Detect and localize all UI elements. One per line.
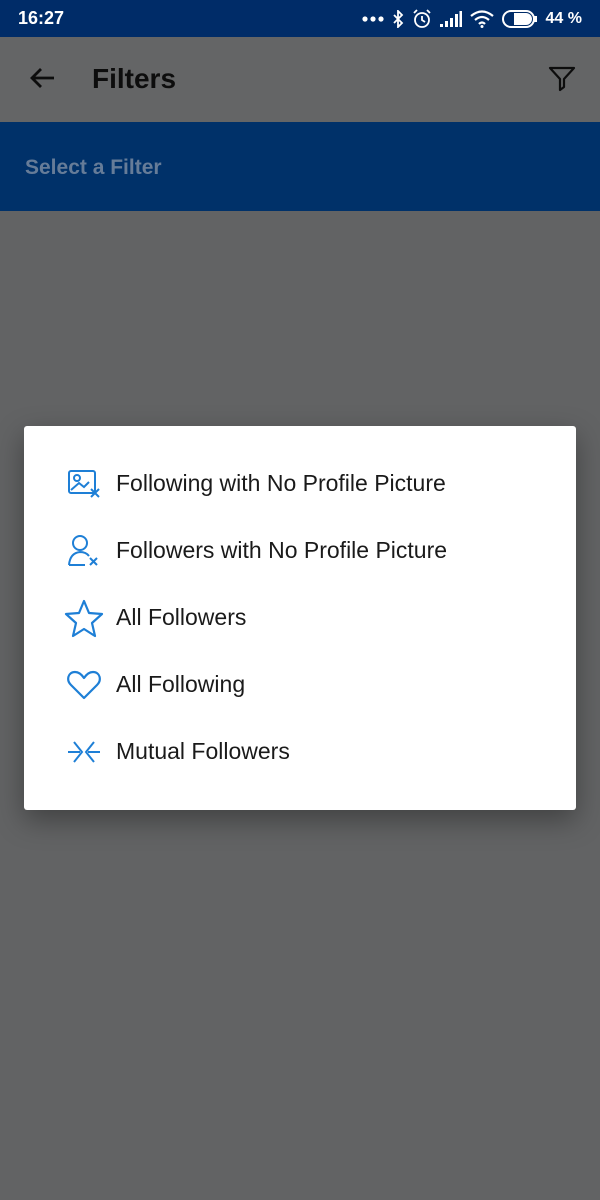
option-mutual-followers[interactable]: Mutual Followers [24, 718, 576, 785]
battery-percent: 44 % [545, 9, 582, 27]
more-dots-icon [361, 15, 384, 23]
wifi-icon [469, 9, 494, 28]
mutual-arrows-icon [64, 732, 104, 772]
filter-dialog: Following with No Profile Picture Follow… [24, 426, 576, 810]
image-x-icon [64, 464, 104, 504]
select-filter-label: Select a Filter [25, 156, 162, 179]
option-label: Mutual Followers [116, 738, 290, 764]
option-label: Following with No Profile Picture [116, 470, 446, 496]
option-label: Followers with No Profile Picture [116, 537, 448, 563]
option-label: All Followers [116, 604, 247, 630]
signal-icon [439, 10, 462, 27]
star-icon [64, 598, 104, 638]
status-time: 16:27 [18, 8, 65, 28]
status-bar: 16:27 44 % [0, 0, 600, 37]
option-followers-no-profile-picture[interactable]: Followers with No Profile Picture [24, 517, 576, 584]
arrow-left-icon [29, 67, 55, 94]
funnel-icon [548, 64, 576, 97]
bluetooth-icon [392, 9, 404, 28]
heart-icon [64, 665, 104, 705]
option-all-following[interactable]: All Following [24, 651, 576, 718]
alarm-icon [412, 8, 432, 29]
filter-button[interactable] [546, 64, 578, 96]
option-following-no-profile-picture[interactable]: Following with No Profile Picture [24, 450, 576, 517]
status-icons: 44 % [361, 8, 582, 29]
app-bar: Filters [0, 37, 600, 122]
option-all-followers[interactable]: All Followers [24, 584, 576, 651]
battery-icon [501, 9, 538, 28]
page-title: Filters [92, 63, 177, 94]
filter-header: Select a Filter [0, 122, 600, 211]
back-button[interactable] [26, 64, 58, 96]
user-x-icon [64, 531, 104, 571]
option-label: All Following [116, 671, 246, 697]
